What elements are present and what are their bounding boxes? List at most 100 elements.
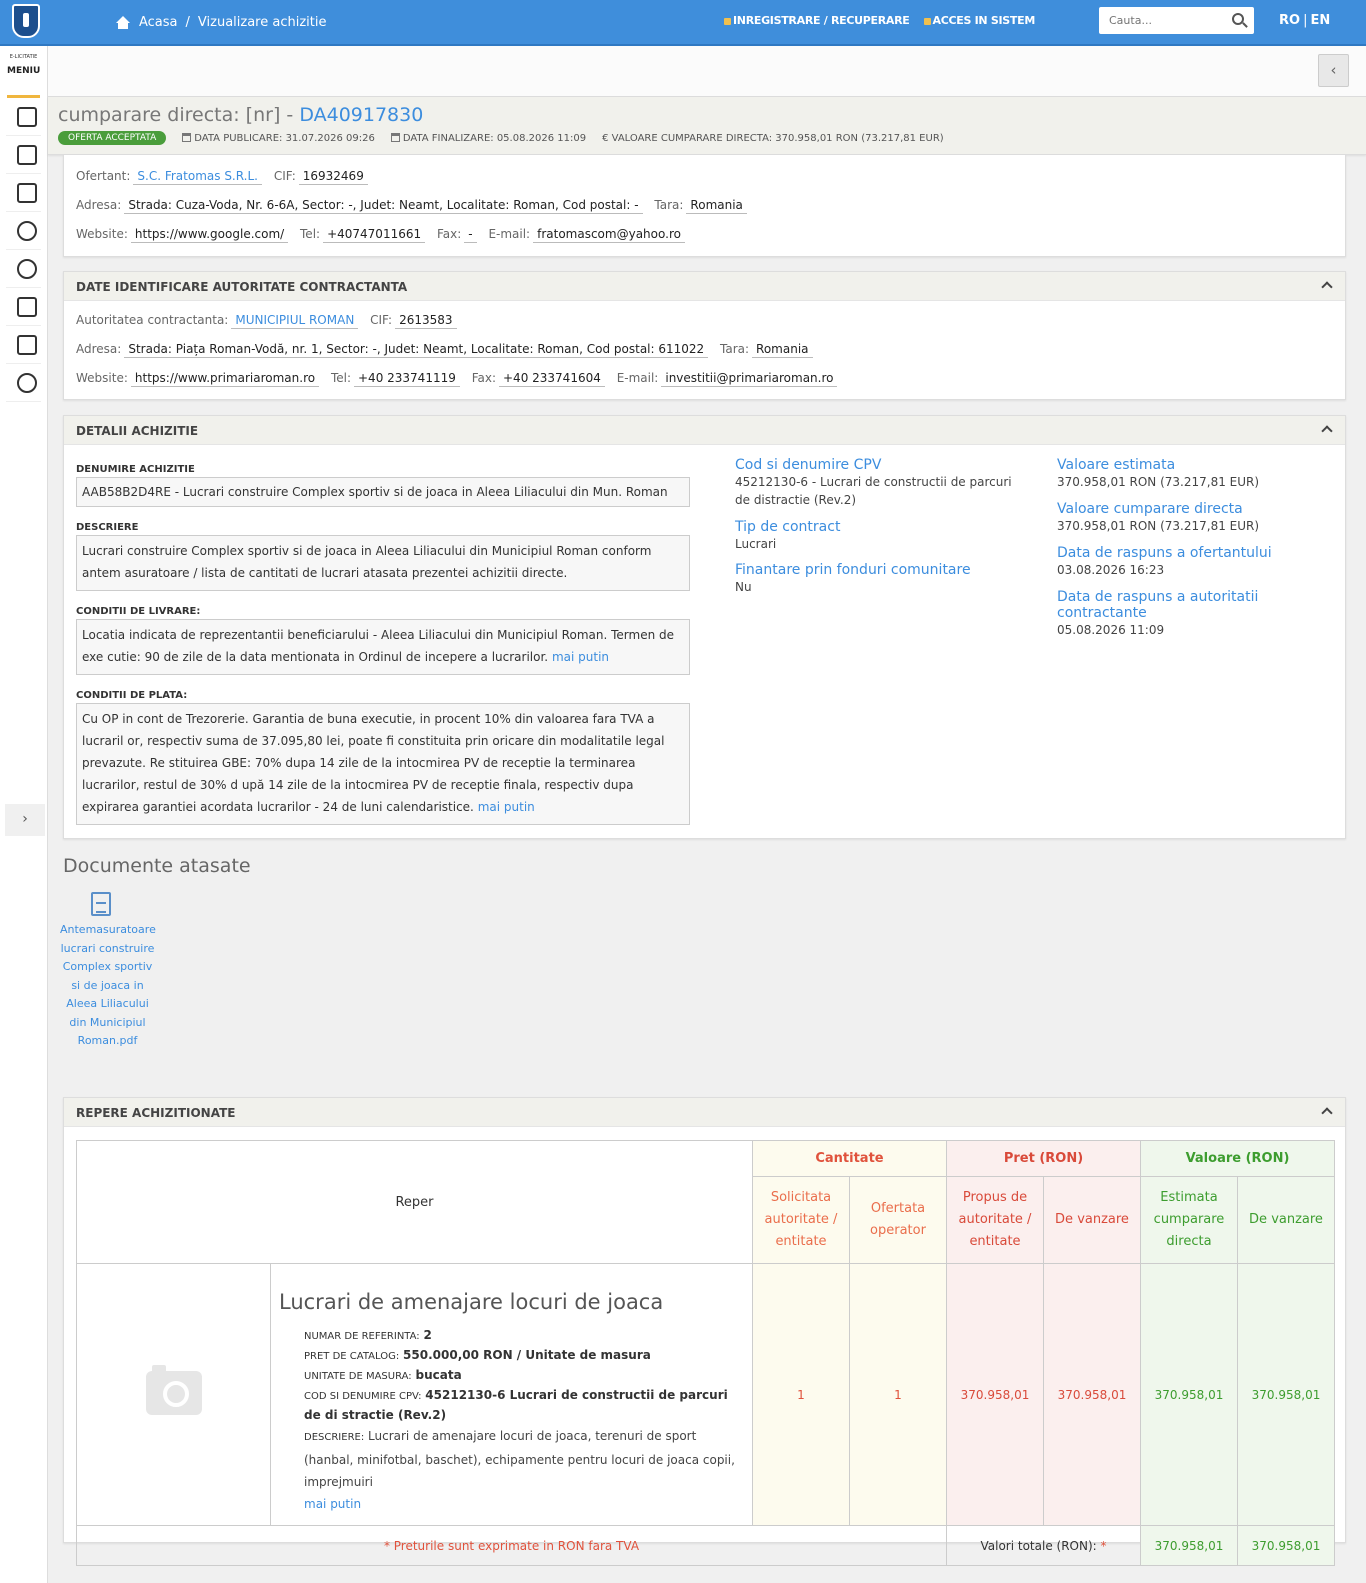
sidebar-item-chat[interactable] — [6, 364, 41, 402]
denumire-label: DENUMIRE ACHIZITIE — [76, 464, 195, 475]
offerer-fax: - — [464, 227, 477, 243]
documents-heading: Documente atasate — [63, 855, 251, 877]
authority-website: https://www.primariaroman.ro — [130, 371, 320, 387]
item-description: DESCRIERE: Lucrari de amenajare locuri d… — [304, 1429, 735, 1511]
cell-vanzare-pret: 370.958,01 — [1043, 1263, 1141, 1526]
search-icon[interactable] — [1232, 13, 1244, 25]
e-licitatie-logo[interactable] — [12, 4, 40, 38]
help-icon — [17, 221, 37, 241]
totals-label-cell: Valori totale (RON): * — [946, 1525, 1141, 1566]
sidebar-item-idcard[interactable] — [6, 288, 41, 326]
offerer-row-1: Ofertant: S.C. Fratomas S.R.L. CIF: 169324… — [76, 169, 376, 185]
col-ofertata: Ofertata operator — [849, 1176, 947, 1264]
cpv-label: Cod si denumire CPV — [735, 457, 882, 473]
repere-panel: REPERE ACHIZITIONATE Reper Cantitate Pre… — [63, 1097, 1346, 1566]
eu-funds-label: Finantare prin fonduri comunitare — [735, 562, 971, 578]
mai-putin-link[interactable]: mai putin — [304, 1497, 361, 1511]
authority-panel: DATE IDENTIFICARE AUTORITATE CONTRACTANT… — [63, 271, 1346, 400]
sidebar-item-help[interactable] — [6, 212, 41, 250]
offerer-response-label: Data de raspuns a ofertantului — [1057, 545, 1272, 561]
sidebar-item-documents[interactable] — [6, 98, 41, 136]
home-icon[interactable] — [115, 15, 131, 30]
item-details-cell: Lucrari de amenajare locuri de joaca NUM… — [270, 1263, 753, 1526]
livrare-label: CONDITII DE LIVRARE: — [76, 606, 201, 617]
status-badge: OFERTA ACCEPTATA — [58, 131, 167, 145]
lang-en-link[interactable]: EN — [1310, 13, 1330, 28]
breadcrumb-separator: / — [185, 15, 190, 30]
eu-funds-value: Nu — [735, 580, 752, 594]
plata-value: Cu OP in cont de Trezorerie. Garantia de… — [82, 712, 665, 814]
denumire-value: AAB58B2D4RE - Lucrari construire Complex… — [76, 477, 690, 507]
direct-value: 370.958,01 RON (73.217,81 EUR) — [1057, 519, 1260, 533]
plata-box: Cu OP in cont de Trezorerie. Garantia de… — [76, 703, 690, 825]
lang-separator: | — [1303, 13, 1308, 28]
offerer-country: Romania — [686, 198, 747, 214]
col-solicitata: Solicitata autoritate / entitate — [752, 1176, 850, 1264]
chevron-up-icon[interactable] — [1321, 425, 1333, 437]
sidebar-expand-button[interactable]: › — [5, 804, 45, 836]
chevron-up-icon[interactable] — [1321, 1107, 1333, 1119]
register-link[interactable]: INREGISTRARE / RECUPERARE — [724, 14, 910, 27]
col-group-pret: Pret (RON) — [946, 1140, 1141, 1177]
menu-label: MENIU — [7, 66, 41, 76]
breadcrumb-current: Vizualizare achizitie — [197, 15, 327, 30]
col-vanzare-pret: De vanzare — [1043, 1176, 1141, 1264]
estimated-value: 370.958,01 RON (73.217,81 EUR) — [1057, 475, 1260, 489]
details-panel-header[interactable]: DETALII ACHIZITIE — [64, 416, 1345, 445]
item-cpv: COD SI DENUMIRE CPV: 45212130-6 Lucrari … — [304, 1388, 728, 1422]
page-title: cumparare directa: [nr] - DA40917830 — [58, 104, 424, 126]
sidebar-item-catalog[interactable] — [6, 326, 41, 364]
contract-type-value: Lucrari — [735, 537, 777, 551]
descriere-value: Lucrari construire Complex sportiv si de… — [76, 535, 690, 591]
collapse-button[interactable]: ‹ — [1318, 54, 1349, 87]
user-hand-icon — [17, 259, 37, 279]
totals-row: * Preturile sunt exprimate in RON fara T… — [76, 1525, 1335, 1566]
sidebar-item-list[interactable] — [6, 136, 41, 174]
col-estimata: Estimata cumparare directa — [1140, 1176, 1238, 1264]
chevron-up-icon[interactable] — [1321, 281, 1333, 293]
id-card-icon — [17, 297, 37, 317]
authority-cif: 2613583 — [395, 313, 457, 329]
authority-row-3: Website: https://www.primariaroman.ro Tel… — [76, 371, 845, 387]
cpv-value: 45212130-6 - Lucrari de constructii de p… — [735, 475, 1012, 507]
document-link[interactable]: Antemasuratoare lucrari construire Compl… — [60, 921, 156, 1051]
cpv-info: Cod si denumire CPV 45212130-6 - Lucrari… — [735, 457, 1015, 509]
final-date: DATA FINALIZARE: 05.08.2026 11:09 — [390, 132, 586, 144]
authority-panel-header[interactable]: DATE IDENTIFICARE AUTORITATE CONTRACTANT… — [64, 272, 1345, 301]
search-box — [1099, 7, 1254, 34]
repere-panel-header[interactable]: REPERE ACHIZITIONATE — [64, 1098, 1345, 1127]
total-estimata: 370.958,01 — [1140, 1525, 1238, 1566]
sidebar-item-user[interactable] — [6, 250, 41, 288]
menu-toggle[interactable]: E-LICITATIE MENIU — [7, 46, 40, 98]
publish-date: DATA PUBLICARE: 31.07.2026 09:26 — [182, 132, 375, 144]
file-icon[interactable] — [91, 892, 111, 916]
title-bar: cumparare directa: [nr] - DA40917830 OFE… — [48, 97, 1366, 155]
col-group-valoare: Valoare (RON) — [1140, 1140, 1335, 1177]
authority-tel: +40 233741119 — [354, 371, 460, 387]
authority-row-2: Adresa: Strada: Piața Roman-Vodă, nr. 1, … — [76, 342, 821, 358]
authority-address: Strada: Piața Roman-Vodă, nr. 1, Sector:… — [124, 342, 709, 358]
item-title: Lucrari de amenajare locuri de joaca — [279, 1290, 664, 1314]
cell-vanzare-valoare: 370.958,01 — [1237, 1263, 1335, 1526]
authority-name-link[interactable]: MUNICIPIUL ROMAN — [231, 313, 359, 329]
sidebar-item-clipboard[interactable] — [6, 174, 41, 212]
authority-email: investitii@primariaroman.ro — [661, 371, 838, 387]
search-input[interactable] — [1099, 7, 1219, 34]
col-group-cantitate: Cantitate — [752, 1140, 947, 1177]
lang-ro-link[interactable]: RO — [1279, 13, 1300, 28]
breadcrumb-home-link[interactable]: Acasa — [139, 15, 178, 30]
catalog-icon — [17, 335, 37, 355]
contract-type-label: Tip de contract — [735, 519, 841, 535]
mai-putin-link[interactable]: mai putin — [552, 650, 609, 664]
mai-putin-link[interactable]: mai putin — [478, 800, 535, 814]
offerer-name-link[interactable]: S.C. Fratomas S.R.L. — [133, 169, 262, 185]
direct-value-label: Valoare cumparare directa — [1057, 501, 1243, 517]
descriere-label: DESCRIERE — [76, 522, 139, 533]
item-catalog-price: PRET DE CATALOG: 550.000,00 RON / Unitat… — [304, 1348, 651, 1362]
authority-response-info: Data de raspuns a autoritatii contractan… — [1057, 589, 1287, 639]
authority-country: Romania — [752, 342, 813, 358]
login-link[interactable]: ACCES IN SISTEM — [923, 14, 1035, 27]
authority-row-1: Autoritatea contractanta: MUNICIPIUL ROMA… — [76, 313, 465, 329]
top-links: INREGISTRARE / RECUPERARE ACCES IN SISTE… — [724, 14, 1035, 27]
cell-solicitata: 1 — [752, 1263, 850, 1526]
